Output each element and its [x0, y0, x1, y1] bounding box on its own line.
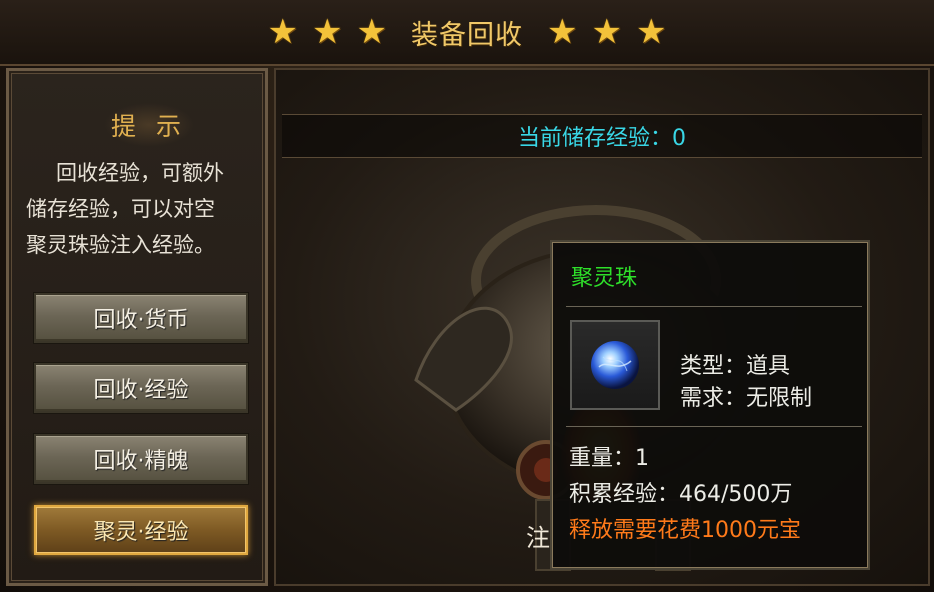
recycle-currency-button[interactable]: 回收·货币: [34, 293, 248, 343]
recycle-exp-button[interactable]: 回收·经验: [34, 363, 248, 413]
tip-text: 回收经验，可额外 储存经验，可以对空 聚灵珠验注入经验。: [26, 155, 266, 263]
item-tooltip: 聚灵珠 类型：道具 需求：无限制 重量：1 积累经验：464/500万 释放需要…: [550, 240, 870, 570]
item-name: 聚灵珠: [571, 266, 638, 291]
divider: [566, 306, 862, 307]
window-title: 装备回收: [411, 19, 523, 51]
star-icon: ★: [312, 12, 343, 52]
star-icon: ★: [267, 12, 299, 52]
stored-exp-display: 当前储存经验：0: [282, 114, 922, 158]
item-weight: 重量：1: [569, 446, 649, 471]
item-requirement: 需求：无限制: [680, 386, 813, 411]
tip-line-2: 储存经验，可以对空: [26, 197, 215, 221]
title-bar: ★ ★ ★ 装备回收 ★ ★ ★: [0, 0, 934, 66]
tip-line-1: 回收经验，可额外: [56, 161, 224, 185]
tip-line-3: 聚灵珠验注入经验。: [26, 233, 215, 257]
left-panel: 提 示 回收经验，可额外 储存经验，可以对空 聚灵珠验注入经验。 回收·货币 回…: [6, 68, 268, 586]
recycle-window: ★ ★ ★ 装备回收 ★ ★ ★ 提 示 回收经验，可额外 储存经验，可以对空 …: [0, 0, 934, 592]
star-icon: ★: [547, 12, 578, 52]
tip-heading: 提 示: [104, 103, 194, 147]
star-icon: ★: [591, 12, 622, 52]
recycle-soul-button[interactable]: 回收·精魄: [34, 434, 248, 484]
item-release-cost: 释放需要花费1000元宝: [569, 518, 801, 543]
blue-orb-icon: [570, 320, 660, 410]
gather-exp-button[interactable]: 聚灵·经验: [34, 505, 248, 555]
star-icon: ★: [356, 12, 387, 52]
divider: [566, 426, 862, 427]
star-icon: ★: [635, 12, 667, 52]
item-accumulated-exp: 积累经验：464/500万: [569, 482, 793, 507]
item-type: 类型：道具: [680, 354, 791, 379]
inject-button-label[interactable]: 注: [526, 518, 550, 553]
